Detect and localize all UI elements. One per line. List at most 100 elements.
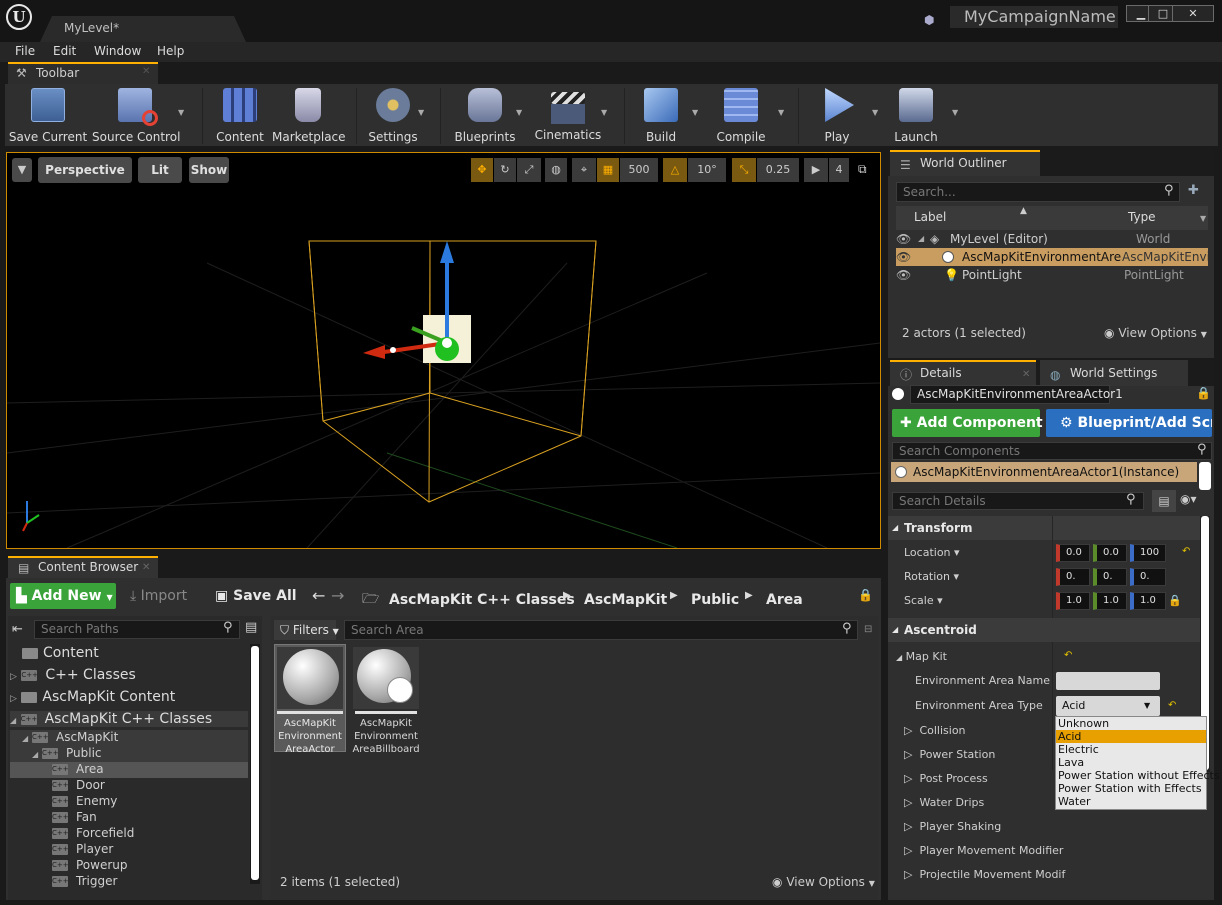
close-tab-icon[interactable]: ✕	[1022, 364, 1030, 386]
visibility-eye-icon[interactable]: 👁	[896, 266, 911, 284]
blueprints-dropdown-icon[interactable]: ▼	[516, 108, 524, 117]
close-tab-icon[interactable]: ✕	[142, 559, 150, 577]
path-segment-ascmapkit[interactable]: AscMapKit	[584, 592, 667, 608]
tree-item-door[interactable]: C++ Door	[52, 778, 105, 792]
source-control-dropdown-icon[interactable]: ▼	[178, 108, 186, 117]
type-column-header[interactable]: Type	[1128, 210, 1156, 224]
asset-view-options[interactable]: ◉ View Options ▼	[772, 875, 875, 889]
tab-toolbar[interactable]: ⚒ Toolbar ✕	[8, 62, 158, 84]
expand-arrow-icon[interactable]: ◢	[918, 230, 924, 248]
search-details-input[interactable]: Search Details	[892, 492, 1144, 510]
back-arrow-icon[interactable]: ←	[312, 586, 325, 605]
scale-snap-icon[interactable]: ⤡	[732, 158, 756, 182]
search-assets-input[interactable]: Search Area	[344, 620, 858, 640]
grid-snap-value[interactable]: 500	[620, 158, 658, 182]
dropdown-option-acid[interactable]: Acid	[1056, 730, 1206, 743]
location-z-field[interactable]: 100	[1130, 544, 1166, 562]
components-scrollbar[interactable]	[1199, 462, 1211, 490]
rotation-snap-value[interactable]: 10°	[688, 158, 726, 182]
dropdown-option-water[interactable]: Water	[1056, 795, 1206, 808]
lock-icon[interactable]: 🔒	[1196, 386, 1211, 400]
compile-dropdown-icon[interactable]: ▼	[778, 108, 786, 117]
post-process-category[interactable]: ▷ Post Process	[904, 772, 988, 785]
tab-content-browser[interactable]: ▤ Content Browser ✕	[8, 556, 158, 578]
settings-dropdown-icon[interactable]: ▼	[418, 108, 426, 117]
add-filter-icon[interactable]: ✚	[1188, 183, 1199, 198]
menu-edit[interactable]: Edit	[53, 44, 76, 58]
tree-item-player[interactable]: C++ Player	[52, 842, 113, 856]
tree-item-forcefield[interactable]: C++ Forcefield	[52, 826, 134, 840]
settings-button[interactable]: Settings	[364, 86, 422, 144]
path-segment-area[interactable]: Area	[766, 592, 803, 608]
cinematics-dropdown-icon[interactable]: ▼	[601, 108, 609, 117]
tree-item-cpp-classes[interactable]: ▷ C++ C++ Classes	[10, 667, 136, 683]
tab-world-outliner[interactable]: ☰ World Outliner	[890, 150, 1040, 176]
location-x-field[interactable]: 0.0	[1056, 544, 1090, 562]
level-viewport[interactable]	[6, 152, 881, 549]
outliner-row-selected[interactable]: 👁 AscMapKitEnvironmentAreaA AscMapKitEnv…	[896, 248, 1208, 266]
rotation-z-field[interactable]: 0.	[1130, 568, 1166, 586]
launch-button[interactable]: Launch	[888, 86, 944, 144]
save-current-button[interactable]: Save Current	[8, 86, 88, 144]
camera-speed-icon[interactable]: ▶	[804, 158, 828, 182]
import-button[interactable]: ⤓ Import	[130, 588, 187, 604]
tree-item-powerup[interactable]: C++ Powerup	[52, 858, 128, 872]
tree-item-enemy[interactable]: C++ Enemy	[52, 794, 117, 808]
power-station-category[interactable]: ▷ Power Station	[904, 748, 995, 761]
sources-scrollbar-thumb[interactable]	[251, 646, 259, 880]
label-column-header[interactable]: Label	[914, 210, 946, 224]
search-paths-input[interactable]: Search Paths	[34, 620, 240, 639]
search-components-input[interactable]: Search Components	[892, 442, 1212, 460]
rotation-snap-icon[interactable]: △	[663, 158, 687, 182]
player-shaking-category[interactable]: ▷ Player Shaking	[904, 820, 1001, 833]
tree-item-content[interactable]: Content	[22, 645, 99, 661]
launch-dropdown-icon[interactable]: ▼	[952, 108, 960, 117]
save-all-button[interactable]: ▣ Save All	[215, 588, 297, 604]
reset-arrow-icon[interactable]: ↶	[1168, 700, 1176, 711]
visibility-eye-icon[interactable]: 👁	[896, 230, 911, 248]
camera-speed-value[interactable]: 4	[829, 158, 849, 182]
location-y-field[interactable]: 0.0	[1093, 544, 1127, 562]
tree-item-area[interactable]: C++ Area	[10, 762, 248, 778]
tree-item-fan[interactable]: C++ Fan	[52, 810, 97, 824]
scale-x-field[interactable]: 1.0	[1056, 592, 1090, 610]
dropdown-option-electric[interactable]: Electric	[1056, 743, 1206, 756]
surface-snap-icon[interactable]: ⌖	[572, 158, 596, 182]
tab-details[interactable]: ⓘ Details ✕	[890, 360, 1036, 386]
property-matrix-icon[interactable]: ▤	[1152, 490, 1176, 512]
rotation-y-field[interactable]: 0.	[1093, 568, 1127, 586]
tree-item-ascmapkit[interactable]: ◢ C++ AscMapKit	[10, 730, 248, 746]
blueprint-add-script-button[interactable]: ⚙ Blueprint/Add Scr	[1046, 409, 1212, 437]
ascentroid-section[interactable]: ◢ Ascentroid	[888, 618, 1202, 642]
scale-mode-icon[interactable]: ⤢	[517, 158, 541, 182]
cinematics-button[interactable]: Cinematics	[534, 86, 602, 144]
show-button[interactable]: Show	[189, 157, 229, 183]
menu-help[interactable]: Help	[157, 44, 184, 58]
tree-item-ascmapkit-cpp-classes[interactable]: ◢ C++ AscMapKit C++ Classes	[10, 711, 248, 727]
scale-snap-value[interactable]: 0.25	[757, 158, 799, 182]
content-button[interactable]: Content	[212, 86, 268, 144]
compile-button[interactable]: Compile	[710, 86, 772, 144]
component-instance-row[interactable]: AscMapKitEnvironmentAreaActor1(Instance)	[891, 462, 1197, 482]
filters-button[interactable]: ⛉ Filters ▼	[274, 620, 339, 640]
outliner-view-options[interactable]: ◉ View Options ▼	[1104, 326, 1207, 340]
translate-mode-icon[interactable]: ✥	[471, 158, 493, 182]
marketplace-button[interactable]: Marketplace	[272, 86, 346, 144]
scale-y-field[interactable]: 1.0	[1093, 592, 1127, 610]
asset-tile[interactable]: AscMapKit Environment AreaBillboard	[350, 644, 422, 755]
environment-area-type-select[interactable]: Acid ▼	[1056, 696, 1160, 716]
dropdown-option-lava[interactable]: Lava	[1056, 756, 1206, 769]
visibility-eye-icon[interactable]: 👁	[896, 248, 911, 266]
tree-item-ascmapkit-content[interactable]: ▷ AscMapKit Content	[10, 689, 175, 705]
collision-category[interactable]: ▷ Collision	[904, 724, 966, 737]
lit-button[interactable]: Lit	[138, 157, 182, 183]
path-segment-cpp-classes[interactable]: AscMapKit C++ Classes	[389, 592, 575, 608]
build-dropdown-icon[interactable]: ▼	[692, 108, 700, 117]
eye-options-icon[interactable]: ◉▾	[1180, 492, 1197, 506]
rotation-x-field[interactable]: 0.	[1056, 568, 1090, 586]
water-drips-category[interactable]: ▷ Water Drips	[904, 796, 984, 809]
viewport-options-dropdown[interactable]: ▼	[12, 158, 32, 182]
play-button[interactable]: Play	[810, 86, 864, 144]
menu-window[interactable]: Window	[94, 44, 141, 58]
perspective-button[interactable]: Perspective	[38, 157, 132, 183]
